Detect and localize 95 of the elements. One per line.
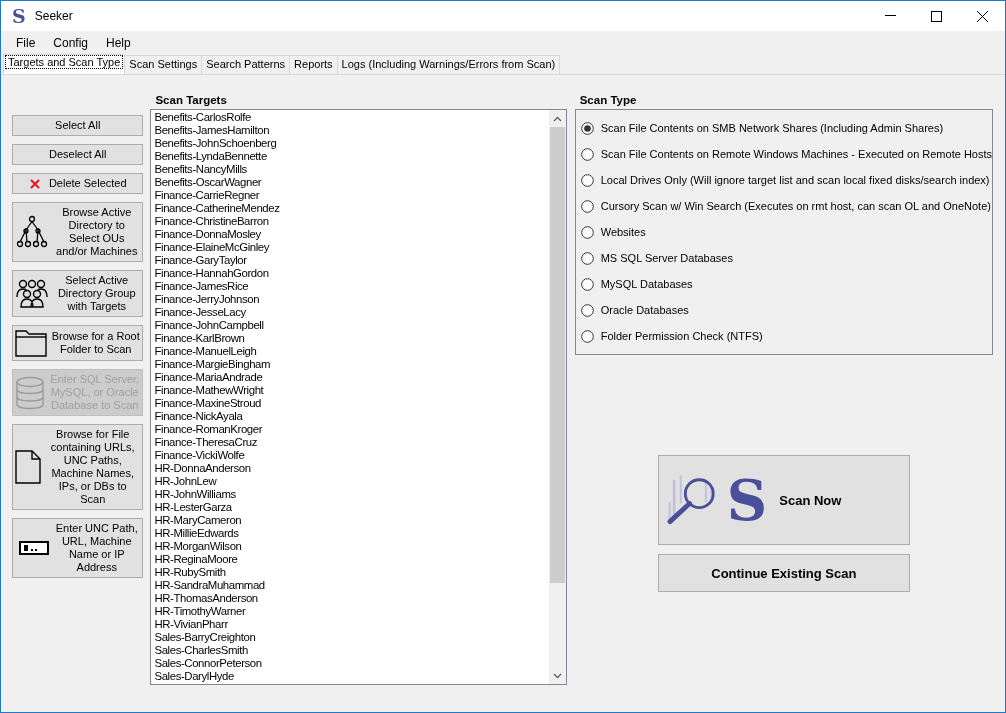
section-title: Scan Targets [154,95,228,108]
minimize-icon[interactable] [884,15,896,17]
list-item[interactable]: HR-ThomasAnderson [154,592,546,605]
target-list[interactable] [150,109,567,685]
list-item[interactable]: Finance-MaxineStroud [154,397,546,410]
radio-label[interactable]: Cursory Scan w/ Win Search (Executes on rmt host, can scan OL and OneNote) [600,200,991,212]
radio-label[interactable]: Scan File Contents on SMB Network Shares (Including Admin Shares) [600,122,944,134]
tab[interactable]: Targets and Scan Type [3,54,126,74]
list-item[interactable]: Benefits-JohnSchoenberg [154,137,546,150]
list-item[interactable]: Finance-JesseLacy [154,306,546,319]
list-item[interactable]: HR-ReginaMoore [154,553,546,566]
list-item[interactable]: Sales-ConnorPeterson [154,657,546,670]
list-item[interactable]: HR-LesterGarza [154,501,546,514]
list-item[interactable]: Finance-CatherineMendez [154,202,546,215]
list-item[interactable]: Benefits-NancyMills [154,163,546,176]
radio-button[interactable] [580,303,594,317]
scan-now-button[interactable]: S Scan Now [657,455,910,545]
app-logo: S [12,5,26,27]
list-item[interactable]: Finance-VickiWolfe [154,449,546,462]
action-button[interactable]: Delete Selected [12,173,144,194]
list-item[interactable]: Finance-HannahGordon [154,267,546,280]
list-item[interactable]: HR-JohnWilliams [154,488,546,501]
action-button[interactable]: Browse for a Root Folder to Scan [12,325,144,361]
radio-button[interactable] [580,251,594,265]
list-item[interactable]: Benefits-JamesHamilton [154,124,546,137]
action-button[interactable]: Browse for File containing URLs, UNC Paths, Machine Names, IPs, or DBs to Scan [12,424,144,510]
section-title: Scan Type [578,95,638,108]
menu-item[interactable]: Config [44,34,98,52]
document-icon [15,450,41,484]
list-item[interactable]: Benefits-OscarWagner [154,176,546,189]
list-item[interactable]: Finance-JohnCampbell [154,319,546,332]
action-button[interactable]: Deselect All [12,144,144,165]
list-item[interactable]: Sales-BarryCreighton [154,631,546,644]
list-item[interactable]: HR-SandraMuhammad [154,579,546,592]
list-item[interactable]: Finance-TheresaCruz [154,436,546,449]
list-item[interactable]: Finance-JerryJohnson [154,293,546,306]
list-item[interactable]: HR-VivianPharr [154,618,546,631]
radio-label[interactable]: Oracle Databases [600,304,689,316]
action-button[interactable]: Browse Active Directory to Select OUs and/or Machines [12,202,144,262]
action-button[interactable]: Enter UNC Path, URL, Machine Name or IP Address [12,518,144,578]
people-icon [15,278,49,309]
list-item[interactable]: Finance-GaryTaylor [154,254,546,267]
radio-label[interactable]: Scan File Contents on Remote Windows Machines - Executed on Remote Hosts [600,148,992,160]
close-icon [28,177,41,190]
list-item[interactable]: Finance-DonnaMosley [154,228,546,241]
radio-label[interactable]: Websites [600,226,646,238]
list-item[interactable]: HR-TimothyWarner [154,605,546,618]
list-item[interactable]: HR-DonnaAnderson [154,462,546,475]
text-field-icon [19,541,49,555]
hierarchy-icon [15,215,49,249]
continue-scan-button[interactable]: Continue Existing Scan [657,554,910,592]
list-item[interactable]: Finance-CarrieRegner [154,189,546,202]
radio-button[interactable] [580,199,594,213]
radio-button[interactable] [580,329,594,343]
close-icon[interactable] [976,10,988,22]
window-title: Seeker [34,9,73,23]
list-item[interactable]: HR-MillieEdwards [154,527,546,540]
list-item[interactable]: Finance-RomanKroger [154,423,546,436]
radio-label[interactable]: Local Drives Only (Will ignore target list and scan local fixed disks/search index) [600,174,990,186]
scrollbar[interactable] [548,110,566,684]
list-item[interactable]: Finance-KarlBrown [154,332,546,345]
list-item[interactable]: Finance-ElaineMcGinley [154,241,546,254]
menu-item[interactable]: Help [97,34,140,52]
list-item[interactable]: Finance-MariaAndrade [154,371,546,384]
scroll-down-icon[interactable] [552,672,562,679]
list-item[interactable]: Sales-CharlesSmith [154,644,546,657]
list-item[interactable]: HR-MaryCameron [154,514,546,527]
list-item[interactable]: Finance-NickAyala [154,410,546,423]
radio-label[interactable]: Folder Permission Check (NTFS) [600,330,763,342]
radio-button[interactable] [580,173,594,187]
maximize-icon[interactable] [930,10,942,22]
radio-label[interactable]: MS SQL Server Databases [600,252,733,264]
list-item[interactable]: Sales-DarylHyde [154,670,546,683]
action-button[interactable]: Select Active Directory Group with Targets [12,270,144,317]
scroll-up-icon[interactable] [552,115,562,122]
list-item[interactable]: Finance-ChristineBarron [154,215,546,228]
radio-button[interactable] [580,121,594,135]
database-icon [15,375,45,410]
folder-icon [15,329,47,357]
radio-label[interactable]: MySQL Databases [600,278,693,290]
tab[interactable]: Logs (Including Warnings/Errors from Scan) [336,55,561,74]
action-button[interactable]: Select All [12,115,144,136]
list-item[interactable]: Finance-MathewWright [154,384,546,397]
list-item[interactable]: HR-MorganWilson [154,540,546,553]
radio-button[interactable] [580,147,594,161]
radio-button[interactable] [580,277,594,291]
radio-button[interactable] [580,225,594,239]
list-item[interactable]: HR-RubySmith [154,566,546,579]
menu-item[interactable]: File [7,34,45,52]
list-item[interactable]: Benefits-CarlosRolfe [154,111,546,124]
list-item[interactable]: Finance-MargieBingham [154,358,546,371]
list-item[interactable]: Benefits-LyndaBennette [154,150,546,163]
list-item[interactable]: HR-JohnLew [154,475,546,488]
list-item[interactable]: Finance-JamesRice [154,280,546,293]
list-item[interactable]: Finance-ManuelLeigh [154,345,546,358]
